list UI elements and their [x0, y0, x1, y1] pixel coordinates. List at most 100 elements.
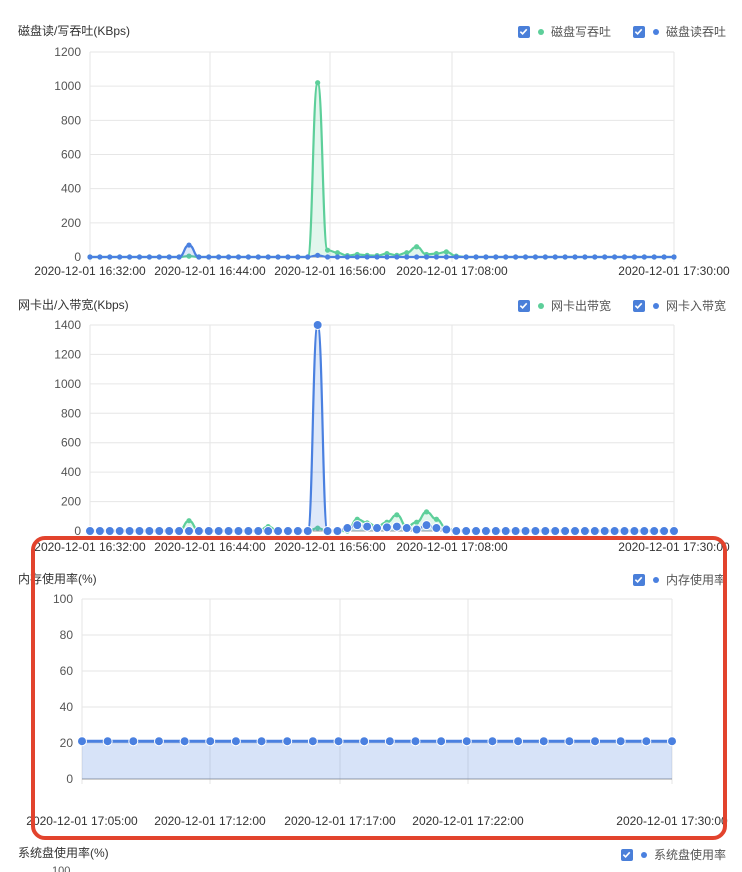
checkbox-icon[interactable] [620, 848, 633, 861]
data-point [602, 254, 608, 260]
data-point [196, 254, 202, 260]
x-tick-label: 2020-12-01 17:17:00 [284, 814, 396, 828]
data-point [394, 254, 400, 260]
memory-usage-chart[interactable]: 0 20 40 60 80 100 2020-12-01 17:05:00 2020-12-0… [0, 560, 742, 840]
x-tick-label: 2020-12-01 17:08:00 [396, 264, 508, 278]
data-point [107, 254, 113, 260]
series-line [89, 323, 674, 533]
x-tick-label: 2020-12-01 17:22:00 [412, 814, 524, 828]
data-point [117, 254, 123, 260]
data-point [124, 526, 135, 536]
data-point [661, 254, 667, 260]
legend-item-system-disk[interactable]: 系统盘使用率 [620, 846, 726, 863]
data-point [461, 526, 472, 536]
data-point [609, 526, 620, 536]
y-tick-label: 1200 [54, 347, 81, 361]
y-tick-label: 200 [61, 495, 81, 509]
data-point [174, 526, 185, 536]
data-point [414, 519, 420, 525]
data-point [381, 522, 392, 533]
data-point [641, 254, 647, 260]
data-point [414, 254, 420, 260]
y-tick-label: 1000 [54, 79, 81, 93]
panel-title: 系统盘使用率(%) [18, 846, 109, 860]
data-point [253, 526, 264, 536]
data-point [126, 254, 133, 260]
y-tick-label: 100 [53, 592, 73, 606]
disk-throughput-chart[interactable]: 0 200 400 600 800 1000 1200 2020-12-01 16:32:00… [0, 0, 742, 285]
data-point [471, 526, 482, 536]
data-point [295, 254, 301, 260]
data-point [404, 254, 410, 260]
data-point [522, 254, 529, 260]
data-point [483, 254, 489, 260]
data-point [102, 736, 113, 747]
data-point [582, 254, 588, 260]
data-point [362, 521, 373, 532]
data-point [203, 526, 214, 536]
data-point [530, 526, 541, 536]
data-point [671, 254, 677, 260]
data-point [114, 526, 125, 536]
y-tick-label: 0 [74, 250, 81, 264]
data-point [352, 520, 363, 531]
x-tick-label: 2020-12-01 16:56:00 [274, 264, 386, 278]
data-point [394, 512, 400, 518]
data-point [560, 526, 571, 536]
data-point [205, 736, 216, 747]
x-tick-label: 2020-12-01 16:44:00 [154, 540, 266, 554]
data-point [235, 254, 242, 260]
data-point [631, 254, 638, 260]
data-point [273, 526, 284, 536]
y-tick-label: 1000 [54, 377, 81, 391]
data-point [463, 254, 469, 260]
data-point [282, 526, 293, 536]
y-tick-label: 60 [60, 664, 74, 678]
x-tick-label: 2020-12-01 17:30:00 [618, 540, 730, 554]
y-tick-label: 20 [60, 736, 74, 750]
data-point [223, 526, 234, 536]
data-point [615, 736, 626, 747]
y-tick-label: 400 [61, 182, 81, 196]
data-point [532, 254, 539, 260]
data-point [669, 526, 679, 536]
data-point [324, 247, 331, 253]
data-point [305, 254, 311, 260]
data-point [599, 526, 610, 536]
data-point [503, 254, 509, 260]
data-point [176, 254, 182, 260]
y-tick-label: 400 [61, 465, 81, 479]
data-point [490, 526, 501, 536]
data-point [612, 254, 618, 260]
data-point [619, 526, 630, 536]
data-point [364, 254, 370, 260]
data-point [183, 526, 194, 536]
data-point [510, 526, 521, 536]
data-point [144, 526, 155, 536]
data-point [384, 254, 390, 260]
data-point [552, 254, 558, 260]
y-tick-label: 800 [61, 113, 81, 127]
data-point [579, 526, 590, 536]
data-point [451, 526, 462, 536]
data-point [433, 516, 440, 522]
y-tick-label: 200 [61, 216, 81, 230]
data-point [230, 736, 241, 747]
data-point [153, 736, 164, 747]
data-point [333, 736, 344, 747]
data-point [179, 736, 190, 747]
data-point [570, 526, 581, 536]
data-point [322, 526, 333, 536]
data-point [401, 523, 412, 534]
data-point [307, 736, 318, 747]
data-point [206, 254, 212, 260]
series-area [90, 82, 674, 257]
data-point [431, 523, 442, 534]
series-line [89, 81, 674, 259]
data-point [342, 523, 353, 534]
network-bandwidth-chart[interactable]: 0 200 400 600 800 1000 1200 1400 2020-12-01 16:3… [0, 285, 742, 560]
y-tick-label: 1200 [54, 45, 81, 59]
data-point [134, 526, 145, 536]
data-point [461, 736, 472, 747]
data-point [302, 526, 313, 536]
